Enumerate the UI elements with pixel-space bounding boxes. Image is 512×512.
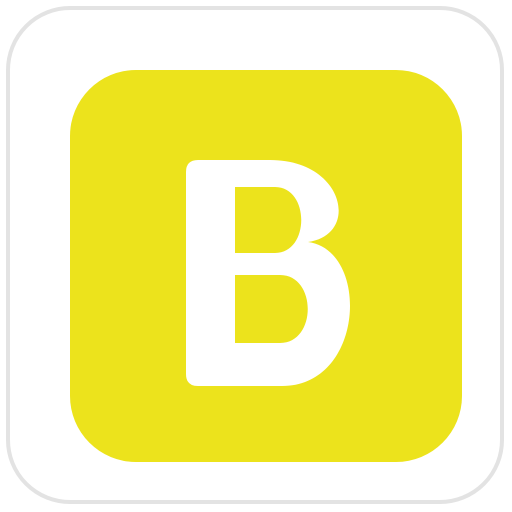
- yellow-tile: [70, 70, 462, 462]
- letter-b-icon: [186, 160, 350, 386]
- app-icon[interactable]: [6, 6, 504, 504]
